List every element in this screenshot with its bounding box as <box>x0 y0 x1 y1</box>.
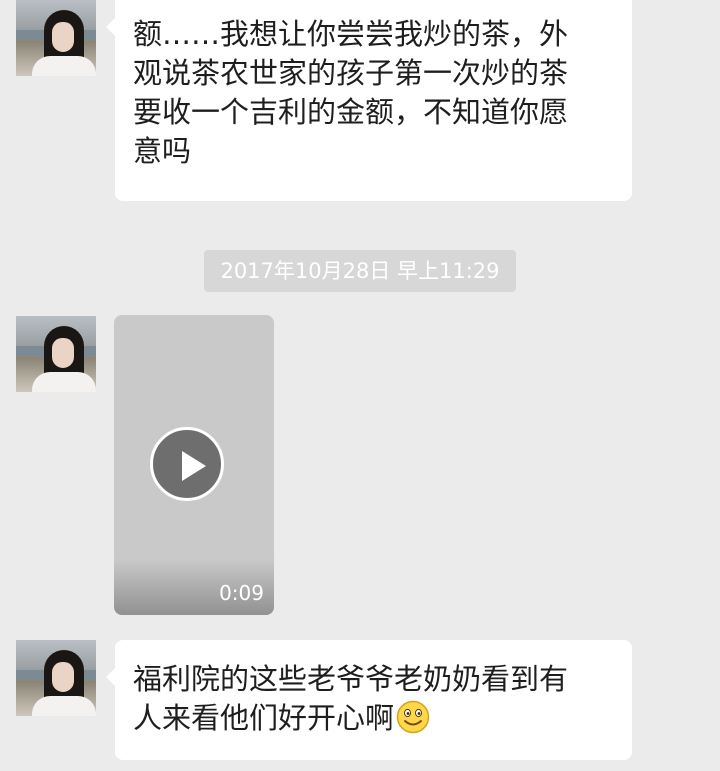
message-text-line: 要收一个吉利的金额，不知道你愿 <box>133 95 569 129</box>
play-triangle <box>182 451 206 481</box>
play-icon[interactable] <box>150 427 224 501</box>
message-text-line: 观说茶农世家的孩子第一次炒的茶 <box>133 56 569 90</box>
message-bubble[interactable]: 额……我想让你尝尝我炒的茶，外 观说茶农世家的孩子第一次炒的茶 要收一个吉利的金… <box>106 0 632 201</box>
message-timestamp: 2017年10月28日 早上11:29 <box>204 250 516 292</box>
message-text-line: 人来看他们好开心啊 <box>133 699 568 744</box>
contact-avatar[interactable] <box>16 0 96 76</box>
avatar-face <box>52 338 74 368</box>
contact-avatar[interactable] <box>16 316 96 392</box>
message-text-line: 意吗 <box>133 134 192 168</box>
contact-avatar[interactable] <box>16 640 96 716</box>
avatar-shirt <box>32 372 96 392</box>
avatar-shirt <box>32 696 96 716</box>
video-duration: 0:09 <box>219 581 264 605</box>
smile-emoji-icon <box>396 700 430 744</box>
message-text-line: 额……我想让你尝尝我炒的茶，外 <box>133 17 569 51</box>
message-text: 人来看他们好开心啊 <box>133 701 395 735</box>
message-text-line: 福利院的这些老爷爷老奶奶看到有 <box>133 662 569 696</box>
avatar-face <box>52 22 74 52</box>
message-bubble[interactable]: 福利院的这些老爷爷老奶奶看到有 人来看他们好开心啊 <box>106 640 632 760</box>
avatar-shirt <box>32 56 96 76</box>
avatar-face <box>52 662 74 692</box>
video-message[interactable]: 0:09 <box>114 315 274 615</box>
